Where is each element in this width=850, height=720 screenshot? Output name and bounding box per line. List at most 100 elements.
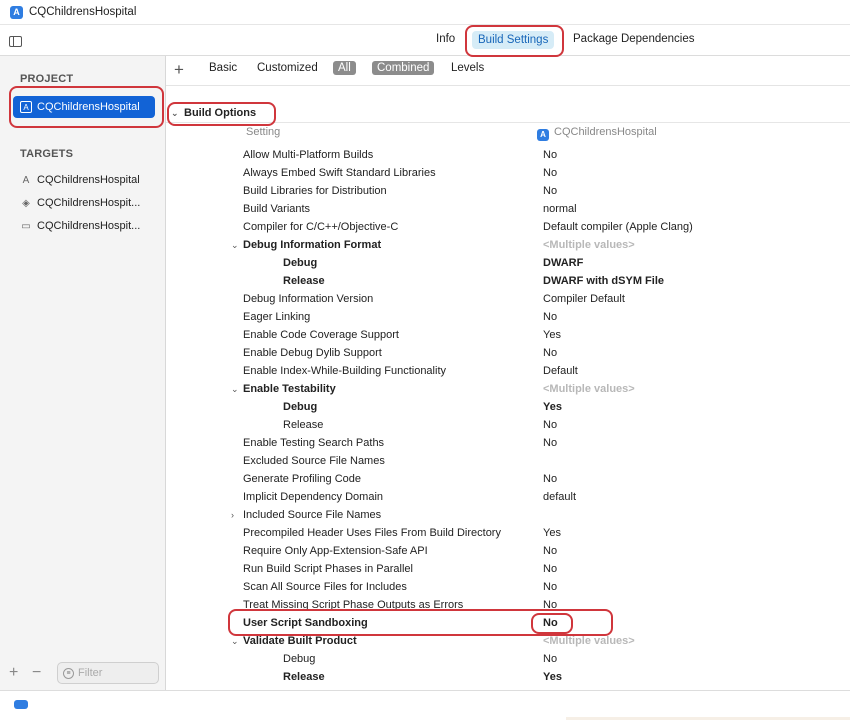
setting-value[interactable]: Default compiler (Apple Clang) (543, 221, 693, 233)
table-row[interactable]: Enable Code Coverage Support Yes (166, 326, 850, 344)
tab-package-dependencies[interactable]: Package Dependencies (573, 33, 694, 45)
view-levels-button[interactable]: Levels (451, 62, 484, 74)
setting-name: User Script Sandboxing (243, 617, 368, 629)
filter-basic-button[interactable]: Basic (209, 62, 237, 74)
table-row[interactable]: Enable Testing Search Paths No (166, 434, 850, 452)
table-row[interactable]: Eager Linking No (166, 308, 850, 326)
table-row[interactable]: Build Libraries for Distribution No (166, 182, 850, 200)
setting-value[interactable]: normal (543, 203, 577, 215)
setting-value[interactable]: Yes (543, 671, 562, 683)
filter-icon: ≡ (63, 667, 74, 679)
table-row[interactable]: Treat Missing Script Phase Outputs as Er… (166, 596, 850, 614)
column-header-setting: Setting (246, 126, 281, 138)
table-row[interactable]: Excluded Source File Names (166, 452, 850, 470)
setting-value[interactable]: No (543, 437, 557, 449)
table-row[interactable]: Debug Yes (166, 398, 850, 416)
chevron-down-icon[interactable]: ⌄ (231, 384, 239, 395)
setting-value[interactable]: No (543, 347, 557, 359)
setting-value[interactable]: No (543, 653, 557, 665)
setting-value[interactable]: DWARF (543, 257, 583, 269)
table-row[interactable]: Require Only App-Extension-Safe API No (166, 542, 850, 560)
filter-input[interactable]: ≡ Filter (57, 662, 159, 684)
navigator-toggle-icon[interactable] (14, 700, 28, 709)
setting-value[interactable]: <Multiple values> (543, 239, 635, 251)
setting-value[interactable]: Compiler Default (543, 293, 625, 305)
setting-name: Debug Information Format (243, 239, 382, 251)
setting-value[interactable]: No (543, 419, 557, 431)
setting-value[interactable]: Yes (543, 527, 561, 539)
setting-value[interactable]: No (543, 563, 557, 575)
setting-name: Included Source File Names (243, 509, 382, 521)
sidebar-item-project[interactable]: A CQChildrensHospital (13, 96, 155, 118)
setting-name: Treat Missing Script Phase Outputs as Er… (243, 599, 464, 611)
table-row[interactable]: Debug DWARF (166, 254, 850, 272)
table-row[interactable]: Build Variants normal (166, 200, 850, 218)
table-row[interactable]: Release Yes (166, 668, 850, 686)
setting-value[interactable]: No (543, 167, 557, 179)
table-row[interactable]: Implicit Dependency Domain default (166, 488, 850, 506)
setting-value[interactable]: default (543, 491, 576, 503)
tab-build-settings[interactable]: Build Settings (472, 31, 555, 49)
remove-target-icon[interactable]: − (32, 664, 41, 682)
setting-value[interactable]: No (543, 617, 558, 629)
add-build-setting-icon[interactable]: + (174, 60, 184, 80)
setting-name: Release (283, 419, 324, 431)
chevron-right-icon[interactable]: › (231, 510, 234, 520)
column-target-label: CQChildrensHospital (554, 126, 657, 138)
setting-value[interactable]: DWARF with dSYM File (543, 275, 664, 287)
setting-value[interactable]: No (543, 185, 557, 197)
sidebar-item-target-tests[interactable]: ◈ CQChildrensHospit... (20, 197, 160, 209)
editor-tab-bar: Info Build Settings Package Dependencies (0, 24, 850, 56)
test-target-icon: ◈ (22, 197, 30, 209)
chevron-down-icon[interactable]: ⌄ (231, 636, 239, 647)
filter-all-button[interactable]: All (333, 61, 356, 75)
view-combined-button[interactable]: Combined (372, 61, 435, 75)
setting-value[interactable]: No (543, 545, 557, 557)
table-row[interactable]: Precompiled Header Uses Files From Build… (166, 524, 850, 542)
table-row[interactable]: › Included Source File Names (166, 506, 850, 524)
setting-value[interactable]: No (543, 473, 557, 485)
app-target-icon: A (22, 174, 30, 186)
setting-value[interactable]: No (543, 149, 557, 161)
title-bar: A CQChildrensHospital (0, 0, 850, 24)
table-row[interactable]: Enable Debug Dylib Support No (166, 344, 850, 362)
table-row[interactable]: Allow Multi-Platform Builds No (166, 146, 850, 164)
sidebar-item-target-uitests[interactable]: ▭ CQChildrensHospit... (20, 220, 160, 232)
chevron-down-icon[interactable]: ⌄ (231, 240, 239, 251)
table-row[interactable]: ⌄ Enable Testability <Multiple values> (166, 380, 850, 398)
setting-value[interactable]: Default (543, 365, 578, 377)
setting-value[interactable]: No (543, 311, 557, 323)
setting-value[interactable]: <Multiple values> (543, 383, 635, 395)
table-row[interactable]: Release DWARF with dSYM File (166, 272, 850, 290)
setting-name: Run Build Script Phases in Parallel (243, 563, 413, 575)
table-row[interactable]: Always Embed Swift Standard Libraries No (166, 164, 850, 182)
chevron-down-icon: ⌄ (171, 107, 179, 118)
setting-value[interactable]: No (543, 599, 557, 611)
sidebar-item-target-app[interactable]: A CQChildrensHospital (20, 174, 160, 186)
table-row[interactable]: ⌄ Validate Built Product <Multiple values> (166, 632, 850, 650)
table-row[interactable]: Enable Index-While-Building Functionalit… (166, 362, 850, 380)
filter-placeholder: Filter (78, 667, 103, 679)
table-row[interactable]: Scan All Source Files for Includes No (166, 578, 850, 596)
setting-value[interactable]: <Multiple values> (543, 635, 635, 647)
setting-name: Enable Debug Dylib Support (243, 347, 382, 359)
table-row[interactable]: Debug Information Version Compiler Defaul… (166, 290, 850, 308)
table-row[interactable]: Compiler for C/C++/Objective-C Default co… (166, 218, 850, 236)
setting-value[interactable]: Yes (543, 329, 561, 341)
filter-customized-button[interactable]: Customized (257, 62, 318, 74)
table-row[interactable]: Release No (166, 416, 850, 434)
table-row-user-script-sandboxing[interactable]: User Script Sandboxing No (166, 614, 850, 632)
build-settings-filter-bar: + Basic Customized All Combined Levels (166, 56, 850, 86)
table-row[interactable]: Run Build Script Phases in Parallel No (166, 560, 850, 578)
tab-info[interactable]: Info (436, 33, 455, 45)
table-row[interactable]: Debug No (166, 650, 850, 668)
setting-value[interactable]: Yes (543, 401, 562, 413)
setting-name: Build Variants (243, 203, 311, 215)
table-row[interactable]: ⌄ Debug Information Format <Multiple value… (166, 236, 850, 254)
setting-value[interactable]: No (543, 581, 557, 593)
section-build-options[interactable]: ⌄ Build Options (166, 104, 850, 123)
add-target-icon[interactable]: + (9, 664, 18, 682)
table-row[interactable]: Generate Profiling Code No (166, 470, 850, 488)
setting-name: Debug (283, 257, 318, 269)
sidebar-toggle-icon[interactable] (9, 36, 22, 47)
